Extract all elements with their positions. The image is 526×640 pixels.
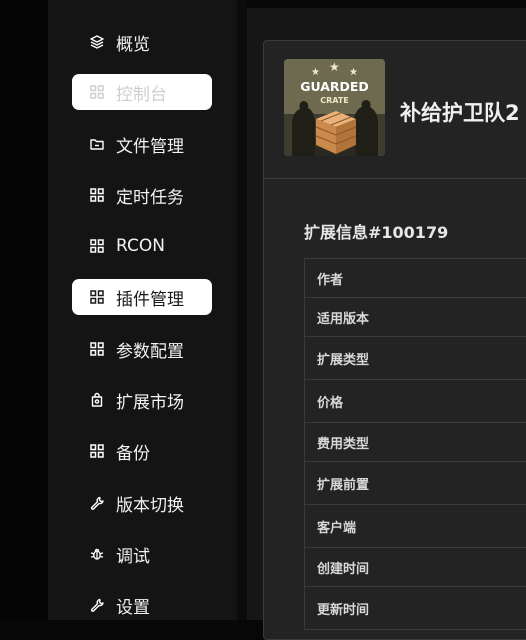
sidebar-item-label: 版本切换 [116, 491, 184, 516]
folder-icon [89, 136, 105, 152]
sidebar-item-label: 控制台 [116, 80, 167, 105]
grid-icon [89, 238, 105, 254]
sidebar-item-parameters[interactable]: 参数配置 [72, 331, 212, 367]
field-author: 作者 [305, 259, 526, 298]
table-row: 扩展前置 [305, 462, 526, 505]
crate-icon [316, 111, 356, 154]
field-fee-type: 费用类型 [305, 423, 526, 462]
table-row: 作者 [305, 259, 526, 298]
grid-icon [89, 84, 105, 100]
sidebar-item-label: 调试 [116, 542, 150, 567]
sidebar-item-file-manager[interactable]: 文件管理 [72, 126, 212, 162]
table-row: 更新时间 [305, 587, 526, 630]
left-edge [0, 0, 48, 620]
wrench-icon [89, 597, 105, 613]
sidebar-item-version-switch[interactable]: 版本切换 [72, 485, 212, 521]
field-compatible-version: 适用版本 [305, 298, 526, 337]
sidebar-item-overview[interactable]: 概览 [72, 24, 212, 60]
sidebar-item-scheduled-tasks[interactable]: 定时任务 [72, 177, 212, 213]
sidebar-item-backup[interactable]: 备份 [72, 433, 212, 469]
field-price: 价格 [305, 380, 526, 423]
sidebar-item-extension-market[interactable]: 扩展市场 [72, 382, 212, 418]
extension-info-heading: 扩展信息#100179 [304, 219, 448, 243]
grid-icon [89, 341, 105, 357]
extension-header: ★ ★ ★ GUARDED CRATE 补给护卫队2 [264, 41, 526, 179]
table-row: 适用版本 [305, 298, 526, 337]
field-prerequisite: 扩展前置 [305, 462, 526, 505]
extension-logo: ★ ★ ★ GUARDED CRATE [284, 59, 385, 156]
extension-detail-card: ★ ★ ★ GUARDED CRATE 补给护卫队2 扩展信息#100179 作… [263, 40, 526, 640]
sidebar-item-label: 概览 [116, 30, 150, 55]
extension-title: 补给护卫队2 [400, 97, 520, 127]
svg-text:CRATE: CRATE [320, 96, 349, 105]
sidebar-item-settings[interactable]: 设置 [72, 587, 212, 623]
sidebar-item-label: 参数配置 [116, 337, 184, 362]
sidebar-item-debug[interactable]: 调试 [72, 536, 212, 572]
table-row: 费用类型 [305, 423, 526, 462]
sidebar-item-label: RCON [116, 236, 165, 256]
field-extension-type: 扩展类型 [305, 337, 526, 380]
grid-icon [89, 289, 105, 305]
field-updated-time: 更新时间 [305, 587, 526, 630]
wrench-icon [89, 495, 105, 511]
svg-text:★: ★ [329, 60, 340, 74]
layers-icon [89, 34, 105, 50]
sidebar-item-rcon[interactable]: RCON [72, 228, 212, 264]
field-created-time: 创建时间 [305, 548, 526, 587]
svg-text:GUARDED: GUARDED [300, 79, 369, 94]
grid-icon [89, 187, 105, 203]
table-row: 价格 [305, 380, 526, 423]
bug-icon [89, 546, 105, 562]
table-row: 扩展类型 [305, 337, 526, 380]
sidebar-item-label: 备份 [116, 439, 150, 464]
table-row: 客户端 [305, 505, 526, 548]
sidebar-item-plugin-manager[interactable]: 插件管理 [72, 279, 212, 315]
sidebar-item-label: 插件管理 [116, 285, 184, 310]
sidebar: 概览 控制台 文件管理 定时任务 RCON 插件管理 参数配置 [48, 0, 237, 620]
grid-icon [89, 443, 105, 459]
sidebar-divider [237, 0, 247, 620]
extension-info-table: 作者 适用版本 扩展类型 价格 费用类型 扩展前置 客户端 创建时间 更新时间 [304, 258, 526, 630]
table-row: 创建时间 [305, 548, 526, 587]
sidebar-item-label: 设置 [116, 593, 150, 618]
bag-icon [89, 392, 105, 408]
svg-text:★: ★ [311, 67, 320, 78]
field-client: 客户端 [305, 505, 526, 548]
sidebar-item-label: 扩展市场 [116, 388, 184, 413]
sidebar-item-console[interactable]: 控制台 [72, 74, 212, 110]
sidebar-item-label: 文件管理 [116, 132, 184, 157]
svg-text:★: ★ [349, 67, 358, 78]
sidebar-item-label: 定时任务 [116, 183, 184, 208]
